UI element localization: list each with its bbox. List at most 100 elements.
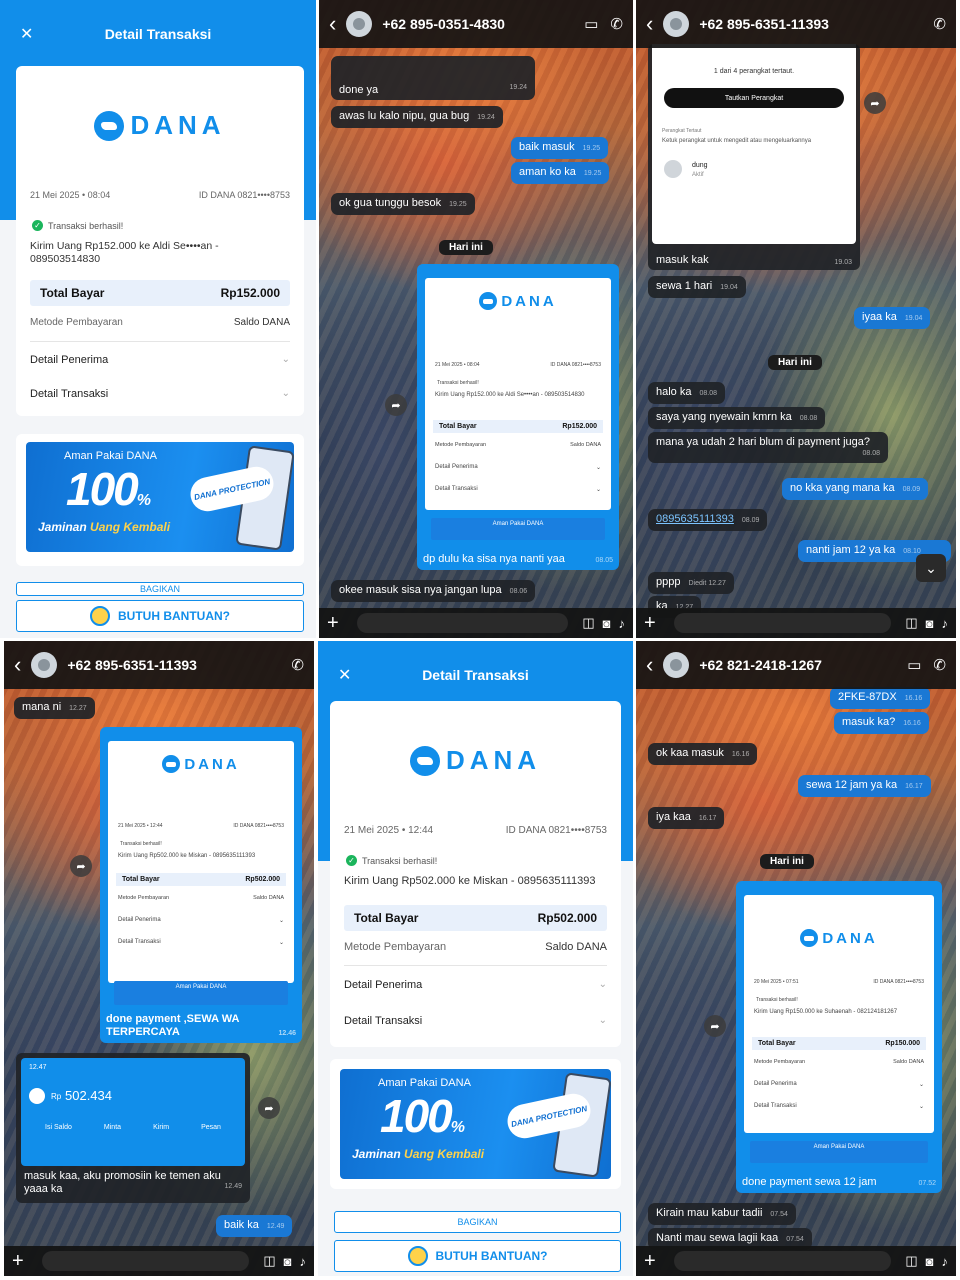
dana-logo: DANA	[100, 755, 302, 773]
video-call-icon[interactable]: ▭	[584, 15, 598, 33]
contact-name[interactable]: +62 895-6351-11393	[67, 657, 279, 673]
dana-screen: ✕ Detail Transaksi DANA 21 Mei 2025 • 12…	[318, 641, 633, 1276]
message-input[interactable]	[357, 613, 569, 633]
chat-message[interactable]: done ya 19.24	[331, 56, 535, 100]
share-button[interactable]: BAGIKAN	[334, 1211, 621, 1233]
video-call-icon[interactable]: ▭	[907, 656, 921, 674]
camera-icon[interactable]: ◙	[603, 616, 611, 631]
message-input[interactable]	[674, 1251, 892, 1271]
add-call-icon[interactable]: ✆	[933, 15, 946, 33]
chat-message[interactable]: halo ka 08.08	[648, 382, 726, 404]
dana-logo: DANA	[16, 110, 304, 141]
chat-message[interactable]: ok gua tunggu besok 19.25	[331, 193, 475, 215]
total-bar[interactable]: Total Bayar Rp502.000	[344, 905, 607, 931]
phone-icon[interactable]: ✆	[610, 15, 623, 33]
transfer-description: Kirim Uang Rp152.000 ke Aldi Se••••an - …	[30, 240, 219, 266]
chat-message[interactable]: baik masuk 19.25	[511, 137, 609, 159]
forward-icon[interactable]: ➦	[258, 1097, 280, 1119]
message-input[interactable]	[42, 1251, 250, 1271]
image-message[interactable]: DANA 20 Mei 2025 • 07:51 ID DANA 0821••••…	[736, 881, 942, 1193]
chat-header: ‹ +62 895-6351-11393 ✆	[4, 641, 314, 689]
contact-name[interactable]: +62 895-6351-11393	[699, 16, 921, 32]
chat-header: ‹ +62 895-6351-11393 ✆	[636, 0, 956, 48]
chat-message[interactable]: mana ya udah 2 hari blum di payment juga…	[648, 432, 888, 463]
back-icon[interactable]: ‹	[646, 652, 653, 678]
chat-message[interactable]: 2FKE-87DX 16.16	[830, 687, 931, 709]
avatar[interactable]	[663, 11, 690, 37]
chat-message[interactable]: iya kaa 16.17	[648, 807, 725, 829]
chat-message[interactable]: sewa 1 hari 19.04	[648, 276, 746, 298]
camera-icon[interactable]: ◙	[926, 616, 934, 631]
minta-action: Minta	[103, 1124, 122, 1131]
avatar[interactable]	[663, 652, 690, 678]
chat-message[interactable]: aman ko ka 19.25	[511, 162, 610, 184]
date-separator: Hari ini	[768, 355, 822, 370]
chat-panel-2: ‹ +62 895-0351-4830 ▭ ✆ done ya 19.24 awa…	[319, 0, 633, 638]
chat-header: ‹ +62 895-0351-4830 ▭ ✆	[319, 0, 633, 48]
plus-icon[interactable]: +	[12, 1250, 36, 1273]
chat-message[interactable]: 0895635111393 08.09	[648, 509, 768, 531]
sticker-icon[interactable]: ◫	[905, 615, 917, 631]
microphone-icon[interactable]: ♪	[942, 616, 949, 631]
forward-icon[interactable]: ➦	[864, 92, 886, 114]
contact-name[interactable]: +62 821-2418-1267	[699, 657, 895, 673]
scroll-down-icon[interactable]: ⌄	[916, 554, 946, 582]
camera-icon[interactable]: ◙	[926, 1254, 934, 1269]
camera-icon[interactable]: ◙	[284, 1254, 292, 1269]
plus-icon[interactable]: +	[644, 612, 668, 635]
chat-message[interactable]: saya yang nyewain kmrn ka 08.08	[648, 407, 826, 429]
screenshot-collage: ✕ Detail Transaksi DANA 21 Mei 2025 • 08…	[0, 0, 960, 1280]
image-message[interactable]: 1 dari 4 perangkat tertaut. Tautkan Pera…	[648, 44, 860, 270]
avatar[interactable]	[346, 11, 373, 37]
sticker-icon[interactable]: ◫	[582, 615, 594, 631]
chat-message[interactable]: iyaa ka 19.04	[854, 307, 931, 329]
sticker-icon[interactable]: ◫	[905, 1253, 917, 1269]
forward-icon[interactable]: ➦	[704, 1015, 726, 1037]
help-button[interactable]: BUTUH BANTUAN?	[16, 600, 304, 632]
chat-message[interactable]: awas lu kalo nipu, gua bug 19.24	[331, 106, 503, 128]
image-message[interactable]: DANA 21 Mei 2025 • 12:44 ID DANA 0821••••…	[100, 727, 302, 1043]
microphone-icon[interactable]: ♪	[300, 1254, 307, 1269]
back-icon[interactable]: ‹	[14, 652, 21, 678]
chat-message[interactable]: sewa 12 jam ya ka 16.17	[798, 775, 931, 797]
avatar	[664, 160, 682, 178]
chat-message[interactable]: Kirain mau kabur tadii 07.54	[648, 1203, 796, 1225]
sticker-icon[interactable]: ◫	[263, 1253, 275, 1269]
dana-logo: DANA	[417, 292, 619, 310]
chat-message[interactable]: mana ni 12.27	[14, 697, 95, 719]
phone-number-link[interactable]: 0895635111393	[656, 513, 734, 525]
detail-penerima-toggle[interactable]: Detail Penerima ⌄	[344, 979, 607, 991]
add-call-icon[interactable]: ✆	[291, 656, 304, 674]
image-message[interactable]: 12.47 Rp 502.434 Isi Saldo Minta Kirim P…	[16, 1053, 250, 1203]
plus-icon[interactable]: +	[327, 612, 351, 635]
protection-banner[interactable]: Aman Pakai DANA 100% Jaminan Uang Kembal…	[26, 442, 294, 552]
plus-icon[interactable]: +	[644, 1250, 668, 1273]
forward-icon[interactable]: ➦	[385, 394, 407, 416]
detail-penerima-toggle[interactable]: Detail Penerima ⌄	[30, 354, 290, 366]
back-icon[interactable]: ‹	[329, 11, 336, 37]
dana-logo-icon	[409, 745, 440, 776]
detail-transaksi-toggle[interactable]: Detail Transaksi ⌄	[30, 388, 290, 400]
help-button[interactable]: BUTUH BANTUAN?	[334, 1240, 621, 1272]
chat-message[interactable]: ok kaa masuk 16.16	[648, 743, 758, 765]
image-message[interactable]: DANA 21 Mei 2025 • 08:04 ID DANA 0821••••…	[417, 264, 619, 570]
chat-message[interactable]: masuk ka? 16.16	[834, 712, 929, 734]
chat-message[interactable]: no kka yang mana ka 08.09	[782, 478, 929, 500]
chat-message[interactable]: pppp Diedit 12.27	[648, 572, 734, 594]
protection-banner[interactable]: Aman Pakai DANA 100% Jaminan Uang Kembal…	[340, 1069, 611, 1179]
chevron-down-icon: ⌄	[598, 1015, 607, 1026]
microphone-icon[interactable]: ♪	[619, 616, 626, 631]
pesan-action: Pesan	[201, 1124, 221, 1131]
avatar[interactable]	[31, 652, 58, 678]
back-icon[interactable]: ‹	[646, 11, 653, 37]
chat-message[interactable]: baik ka 12.49	[216, 1215, 293, 1237]
detail-transaksi-toggle[interactable]: Detail Transaksi ⌄	[344, 1015, 607, 1027]
forward-icon[interactable]: ➦	[70, 855, 92, 877]
chat-message[interactable]: okee masuk sisa nya jangan lupa 08.06	[331, 580, 536, 602]
microphone-icon[interactable]: ♪	[942, 1254, 949, 1269]
message-input[interactable]	[674, 613, 892, 633]
phone-icon[interactable]: ✆	[933, 656, 946, 674]
contact-name[interactable]: +62 895-0351-4830	[382, 16, 572, 32]
total-bar[interactable]: Total Bayar Rp152.000	[30, 280, 290, 306]
share-button[interactable]: BAGIKAN	[16, 582, 304, 596]
